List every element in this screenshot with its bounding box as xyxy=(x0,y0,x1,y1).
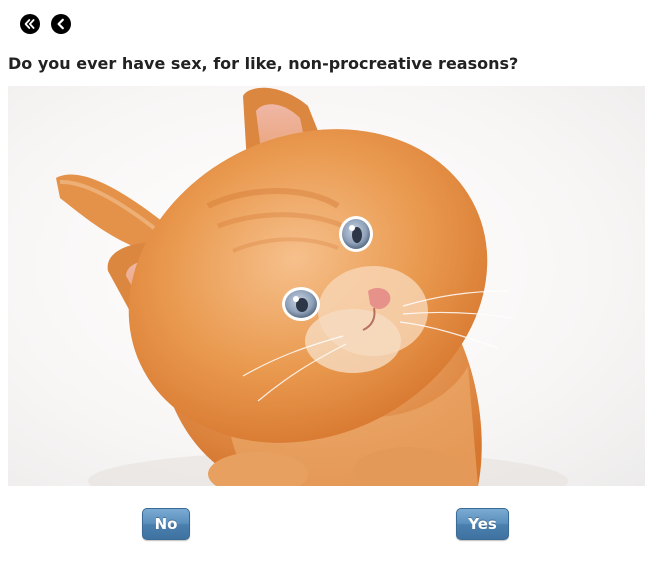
chevron-left-icon[interactable] xyxy=(51,14,71,34)
navigation-controls xyxy=(20,14,71,34)
no-button[interactable]: No xyxy=(142,508,190,540)
kitten-photo xyxy=(8,86,645,486)
double-chevron-left-icon[interactable] xyxy=(20,14,40,34)
yes-button[interactable]: Yes xyxy=(456,508,509,540)
quiz-page: Do you ever have sex, for like, non-proc… xyxy=(0,0,653,562)
question-text: Do you ever have sex, for like, non-proc… xyxy=(8,54,519,73)
